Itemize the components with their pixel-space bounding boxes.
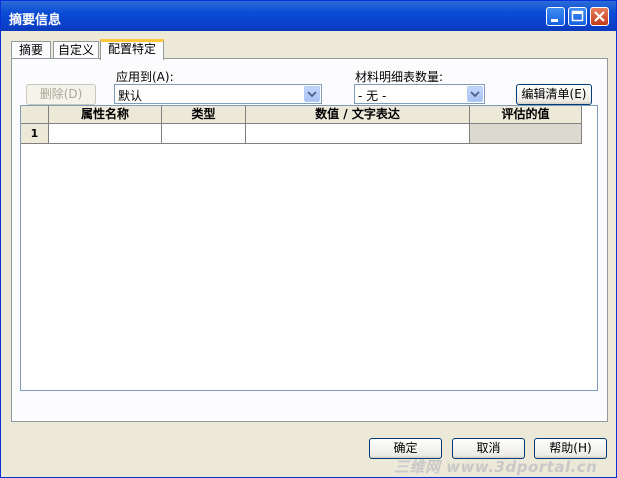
table-cell-type[interactable] [162,124,246,144]
column-header-property-name[interactable]: 属性名称 [49,106,162,124]
bom-quantity-select[interactable]: - 无 - [354,84,485,104]
apply-to-label: 应用到(A): [116,70,174,84]
table-cell-evaluated-value [470,124,582,144]
window-title: 摘要信息 [9,13,62,28]
apply-to-value: 默认 [118,89,143,103]
title-bar[interactable]: 摘要信息 [1,1,616,31]
tab-summary[interactable]: 摘要 [11,41,51,59]
maximize-icon [571,10,584,22]
bom-quantity-value: - 无 - [358,89,387,103]
row-number[interactable]: 1 [21,124,49,144]
close-icon [594,11,605,22]
summary-info-dialog: 摘要信息 摘要 自定义 配置特定 删除(D) 应用到(A): 默认 材料明细表数… [0,0,617,478]
table-cell-property-name[interactable] [49,124,162,144]
tab-custom[interactable]: 自定义 [53,41,99,59]
bom-quantity-label: 材料明细表数量: [355,70,444,84]
column-header-value-expression[interactable]: 数值 / 文字表达 [246,106,470,124]
properties-table: 属性名称 类型 数值 / 文字表达 评估的值 1 [20,105,598,391]
delete-button[interactable]: 删除(D) [26,84,96,105]
table-corner [21,106,49,124]
minimize-icon [551,19,558,22]
column-header-evaluated-value[interactable]: 评估的值 [470,106,582,124]
maximize-button[interactable] [568,7,587,26]
minimize-button[interactable] [546,7,565,26]
close-button[interactable] [590,7,609,26]
column-header-type[interactable]: 类型 [162,106,246,124]
edit-list-button[interactable]: 编辑清单(E) [516,84,592,105]
table-cell-value-expression[interactable] [246,124,470,144]
apply-to-select[interactable]: 默认 [114,84,322,104]
chevron-down-icon[interactable] [304,86,320,102]
tab-config-specific[interactable]: 配置特定 [100,39,164,60]
watermark-text: 三维网 www.3dportal.cn [394,458,598,476]
chevron-down-icon[interactable] [467,86,483,102]
